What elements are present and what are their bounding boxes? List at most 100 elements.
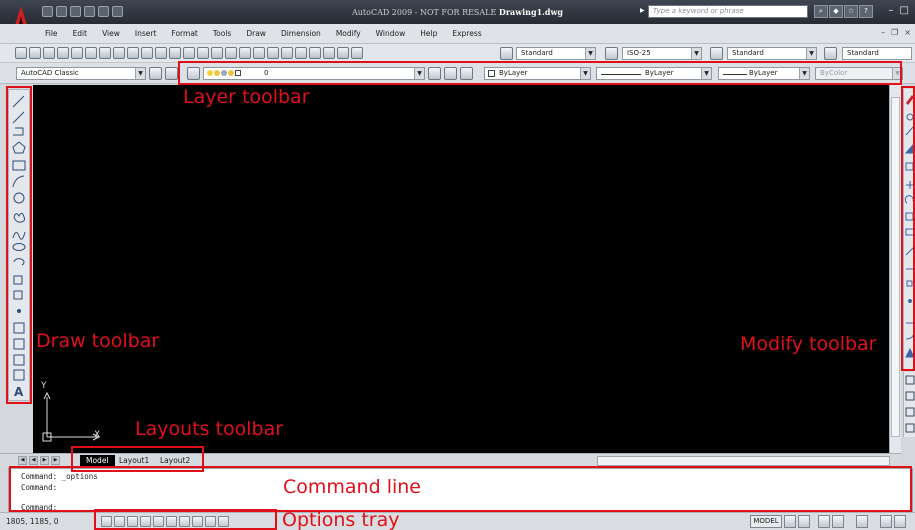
menu-bar: File Edit View Insert Format Tools Draw … — [0, 24, 915, 44]
maximize-icon[interactable]: □ — [900, 5, 909, 16]
draworder-icon[interactable] — [905, 375, 915, 385]
coordinates-readout[interactable]: 1805, 1185, 0 — [6, 517, 58, 526]
multileader-style-icon[interactable] — [824, 47, 837, 60]
block-editor-icon[interactable] — [169, 47, 181, 59]
workspace-settings-icon[interactable] — [149, 67, 162, 80]
menu-modify[interactable]: Modify — [336, 29, 361, 38]
menu-tools[interactable]: Tools — [213, 29, 231, 38]
vertical-scrollbar[interactable] — [889, 85, 901, 453]
annotation-scale-icon[interactable] — [856, 515, 868, 528]
zoom-window-icon[interactable] — [239, 47, 251, 59]
table-style-select[interactable]: Standard ▼ — [727, 47, 817, 60]
dim-style-select[interactable]: ISO-25 ▼ — [622, 47, 702, 60]
chevron-down-icon[interactable]: ▼ — [806, 48, 816, 59]
drawing-canvas[interactable]: Y X — [33, 85, 889, 453]
layer-toolbar-highlight — [178, 61, 902, 85]
menu-edit[interactable]: Edit — [73, 29, 88, 38]
draw-toolbar-highlight — [6, 86, 32, 404]
menu-view[interactable]: View — [102, 29, 120, 38]
help-tool-icon[interactable] — [351, 47, 363, 59]
properties-icon[interactable] — [267, 47, 279, 59]
table-style-icon[interactable] — [710, 47, 723, 60]
publish-icon[interactable] — [85, 47, 97, 59]
cut-icon[interactable] — [113, 47, 125, 59]
workspace-select[interactable]: AutoCAD Classic ▼ — [16, 67, 146, 80]
doc-close-icon[interactable]: × — [904, 28, 911, 37]
paste-icon[interactable] — [141, 47, 153, 59]
undo-tool-icon[interactable] — [183, 47, 195, 59]
command-line-caption: Command line — [283, 476, 421, 498]
plot-preview-icon[interactable] — [71, 47, 83, 59]
dim-style-icon[interactable] — [605, 47, 618, 60]
match-properties-icon[interactable] — [155, 47, 167, 59]
hatch-edit-icon[interactable] — [905, 407, 915, 417]
favorites-icon[interactable]: ☆ — [844, 5, 858, 18]
3d-dwf-icon[interactable] — [99, 47, 111, 59]
modify-extra-tools — [905, 375, 915, 433]
search-arrow-icon[interactable]: ▶ — [640, 7, 645, 14]
help-search-input[interactable]: Type a keyword or phrase — [648, 5, 808, 18]
quick-view-drawings-icon[interactable] — [798, 515, 810, 528]
quickcalc-icon[interactable] — [337, 47, 349, 59]
clean-screen-icon[interactable] — [894, 515, 906, 528]
quick-view-layouts-icon[interactable] — [784, 515, 796, 528]
open-file-icon[interactable] — [29, 47, 41, 59]
tool-palettes-icon[interactable] — [295, 47, 307, 59]
previous-tab-icon[interactable]: ◀ — [29, 456, 38, 465]
save-file-icon[interactable] — [43, 47, 55, 59]
chevron-down-icon[interactable]: ▼ — [691, 48, 701, 59]
chevron-down-icon[interactable]: ▼ — [585, 48, 595, 59]
layer-toolbar-caption: Layer toolbar — [183, 86, 310, 108]
markup-icon[interactable] — [323, 47, 335, 59]
options-tray-highlight — [94, 509, 277, 530]
zoom-status-icon[interactable] — [832, 515, 844, 528]
copy-icon[interactable] — [127, 47, 139, 59]
sheet-set-icon[interactable] — [309, 47, 321, 59]
zoom-previous-icon[interactable] — [253, 47, 265, 59]
modify-toolbar-extra — [903, 372, 915, 437]
menu-insert[interactable]: Insert — [135, 29, 157, 38]
menu-help[interactable]: Help — [420, 29, 437, 38]
model-space-button[interactable]: MODEL — [750, 515, 782, 528]
plot-icon[interactable] — [57, 47, 69, 59]
multileader-style-select[interactable]: Standard — [842, 47, 912, 60]
next-tab-icon[interactable]: ▶ — [40, 456, 49, 465]
qnew-icon[interactable] — [15, 47, 27, 59]
document-window-controls: – ❐ × — [881, 28, 911, 37]
help-icon[interactable]: ? — [859, 5, 873, 18]
ucs-y-label: Y — [41, 381, 47, 391]
last-tab-icon[interactable]: ▶ — [51, 456, 60, 465]
pan-status-icon[interactable] — [818, 515, 830, 528]
communication-icon[interactable]: ◆ — [829, 5, 843, 18]
first-tab-icon[interactable]: ◀ — [18, 456, 27, 465]
search-icon[interactable]: ⌕ — [814, 5, 828, 18]
text-style-icon[interactable] — [500, 47, 513, 60]
block-attribute-icon[interactable] — [905, 423, 915, 433]
menu-format[interactable]: Format — [171, 29, 197, 38]
minimize-icon[interactable]: – — [889, 5, 894, 16]
menu-dimension[interactable]: Dimension — [281, 29, 321, 38]
menu-window[interactable]: Window — [376, 29, 406, 38]
menu-draw[interactable]: Draw — [246, 29, 266, 38]
redo-tool-icon[interactable] — [197, 47, 209, 59]
tray-settings-icon[interactable] — [880, 515, 892, 528]
pan-icon[interactable] — [211, 47, 223, 59]
doc-minimize-icon[interactable]: – — [881, 28, 885, 37]
options-tray-caption: Options tray — [282, 509, 400, 530]
horizontal-scrollbar[interactable] — [597, 456, 890, 466]
zoom-realtime-icon[interactable] — [225, 47, 237, 59]
doc-restore-icon[interactable]: ❐ — [891, 28, 898, 37]
layer-manager-icon[interactable] — [165, 67, 178, 80]
menu-file[interactable]: File — [45, 29, 58, 38]
chevron-down-icon[interactable]: ▼ — [135, 68, 145, 79]
workspace-value: AutoCAD Classic — [21, 69, 79, 77]
design-center-icon[interactable] — [281, 47, 293, 59]
text-style-select[interactable]: Standard ▼ — [516, 47, 596, 60]
document-name: Drawing1.dwg — [498, 7, 563, 17]
infocenter-buttons: ⌕ ◆ ☆ ? — [814, 5, 873, 18]
menu-express[interactable]: Express — [452, 29, 481, 38]
text-style-value: Standard — [521, 49, 553, 57]
scroll-thumb[interactable] — [891, 97, 900, 437]
dim-style-value: ISO-25 — [627, 49, 651, 57]
text-edit-icon[interactable] — [905, 391, 915, 401]
